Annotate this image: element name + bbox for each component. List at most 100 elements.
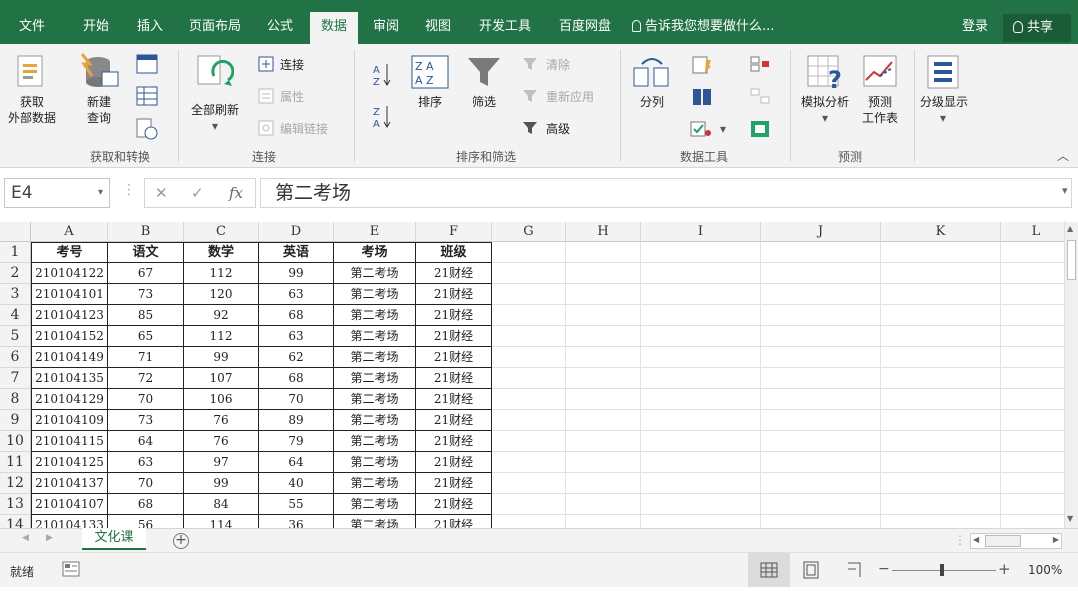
- table-header-cell[interactable]: 考场: [334, 242, 416, 263]
- share-button[interactable]: 共享: [1003, 14, 1071, 42]
- row-header[interactable]: 9: [0, 410, 31, 431]
- tab-developer[interactable]: 开发工具: [468, 12, 542, 44]
- table-cell[interactable]: 210104109: [31, 410, 108, 431]
- add-sheet-icon[interactable]: +: [173, 533, 189, 549]
- table-cell[interactable]: 210104137: [31, 473, 108, 494]
- table-header-cell[interactable]: 英语: [259, 242, 334, 263]
- formula-input[interactable]: 第二考场: [260, 178, 1072, 208]
- table-cell[interactable]: 210104129: [31, 389, 108, 410]
- column-header-d[interactable]: D: [259, 222, 334, 242]
- table-cell[interactable]: 210104123: [31, 305, 108, 326]
- tab-file[interactable]: 文件: [6, 12, 58, 44]
- table-cell[interactable]: 70: [108, 473, 184, 494]
- column-header-g[interactable]: G: [492, 222, 566, 242]
- properties-button[interactable]: 属性: [280, 88, 304, 106]
- table-cell[interactable]: 21财经: [416, 347, 492, 368]
- table-cell[interactable]: 210104152: [31, 326, 108, 347]
- tab-insert[interactable]: 插入: [124, 12, 176, 44]
- row-header[interactable]: 7: [0, 368, 31, 389]
- cancel-icon[interactable]: ✕: [155, 179, 168, 207]
- table-header-cell[interactable]: 班级: [416, 242, 492, 263]
- table-cell[interactable]: 210104101: [31, 284, 108, 305]
- clear-button[interactable]: 清除: [546, 56, 570, 74]
- remove-duplicates-icon[interactable]: [692, 88, 712, 109]
- what-if-dropdown-icon[interactable]: ▾: [818, 110, 832, 126]
- row-header[interactable]: 12: [0, 473, 31, 494]
- table-cell[interactable]: 56: [108, 515, 184, 528]
- sheet-tab-active[interactable]: 文化课: [82, 528, 146, 550]
- table-cell[interactable]: 85: [108, 305, 184, 326]
- table-cell[interactable]: 36: [259, 515, 334, 528]
- table-cell[interactable]: 71: [108, 347, 184, 368]
- tab-baidu-netdisk[interactable]: 百度网盘: [548, 12, 622, 44]
- table-cell[interactable]: 107: [184, 368, 259, 389]
- row-header[interactable]: 6: [0, 347, 31, 368]
- sort-button[interactable]: 排序: [408, 94, 452, 110]
- select-all-corner[interactable]: [0, 222, 31, 242]
- table-cell[interactable]: 21财经: [416, 305, 492, 326]
- table-cell[interactable]: 21财经: [416, 431, 492, 452]
- column-header-j[interactable]: J: [761, 222, 881, 242]
- tab-page-layout[interactable]: 页面布局: [180, 12, 250, 44]
- table-cell[interactable]: 63: [108, 452, 184, 473]
- table-cell[interactable]: 73: [108, 410, 184, 431]
- page-layout-view-icon[interactable]: [802, 561, 820, 582]
- horizontal-scroll-thumb[interactable]: [985, 535, 1021, 547]
- table-cell[interactable]: 第二考场: [334, 284, 416, 305]
- refresh-all-button[interactable]: 全部刷新: [184, 102, 246, 118]
- table-cell[interactable]: 55: [259, 494, 334, 515]
- login-link[interactable]: 登录: [962, 12, 988, 42]
- outline-button[interactable]: 分级显示: [914, 94, 974, 110]
- table-cell[interactable]: 210104133: [31, 515, 108, 528]
- recent-sources-icon[interactable]: [136, 118, 158, 143]
- refresh-dropdown-icon[interactable]: ▾: [208, 118, 222, 134]
- table-cell[interactable]: 第二考场: [334, 452, 416, 473]
- table-cell[interactable]: 97: [184, 452, 259, 473]
- table-cell[interactable]: 112: [184, 263, 259, 284]
- zoom-level[interactable]: 100%: [1028, 563, 1062, 577]
- scroll-up-icon[interactable]: ▲: [1067, 224, 1073, 233]
- hscroll-splitter-icon[interactable]: ⋮: [954, 533, 966, 547]
- table-cell[interactable]: 210104125: [31, 452, 108, 473]
- zoom-in-icon[interactable]: +: [998, 560, 1011, 578]
- row-header[interactable]: 3: [0, 284, 31, 305]
- column-header-e[interactable]: E: [334, 222, 416, 242]
- table-cell[interactable]: 21财经: [416, 494, 492, 515]
- table-cell[interactable]: 62: [259, 347, 334, 368]
- column-header-i[interactable]: I: [641, 222, 761, 242]
- table-cell[interactable]: 73: [108, 284, 184, 305]
- column-header-f[interactable]: F: [416, 222, 492, 242]
- reapply-button[interactable]: 重新应用: [546, 88, 594, 106]
- insert-function-icon[interactable]: fx: [229, 179, 243, 207]
- table-cell[interactable]: 第二考场: [334, 305, 416, 326]
- table-cell[interactable]: 114: [184, 515, 259, 528]
- collapse-ribbon-icon[interactable]: ︿: [1056, 148, 1070, 164]
- scroll-right-icon[interactable]: ▶: [1053, 535, 1059, 544]
- enter-icon[interactable]: ✓: [191, 179, 204, 207]
- table-cell[interactable]: 第二考场: [334, 494, 416, 515]
- new-query-button[interactable]: 新建 查询: [76, 94, 122, 126]
- table-cell[interactable]: 第二考场: [334, 389, 416, 410]
- table-cell[interactable]: 第二考场: [334, 515, 416, 528]
- table-cell[interactable]: 112: [184, 326, 259, 347]
- filter-button[interactable]: 筛选: [462, 94, 506, 110]
- table-cell[interactable]: 106: [184, 389, 259, 410]
- table-cell[interactable]: 68: [259, 368, 334, 389]
- name-box[interactable]: E4 ▾: [4, 178, 110, 208]
- forecast-sheet-button[interactable]: 预测 工作表: [854, 94, 906, 126]
- table-cell[interactable]: 21财经: [416, 452, 492, 473]
- table-cell[interactable]: 63: [259, 326, 334, 347]
- validation-dropdown-icon[interactable]: ▾: [720, 120, 726, 138]
- table-header-cell[interactable]: 语文: [108, 242, 184, 263]
- tab-home[interactable]: 开始: [70, 12, 122, 44]
- relationships-icon[interactable]: [750, 88, 770, 107]
- tab-data[interactable]: 数据: [310, 12, 358, 44]
- edit-links-button[interactable]: 编辑链接: [280, 120, 328, 138]
- table-cell[interactable]: 68: [259, 305, 334, 326]
- table-cell[interactable]: 21财经: [416, 410, 492, 431]
- row-header[interactable]: 5: [0, 326, 31, 347]
- row-header[interactable]: 11: [0, 452, 31, 473]
- table-cell[interactable]: 210104115: [31, 431, 108, 452]
- data-validation-icon[interactable]: [690, 120, 712, 141]
- table-cell[interactable]: 210104149: [31, 347, 108, 368]
